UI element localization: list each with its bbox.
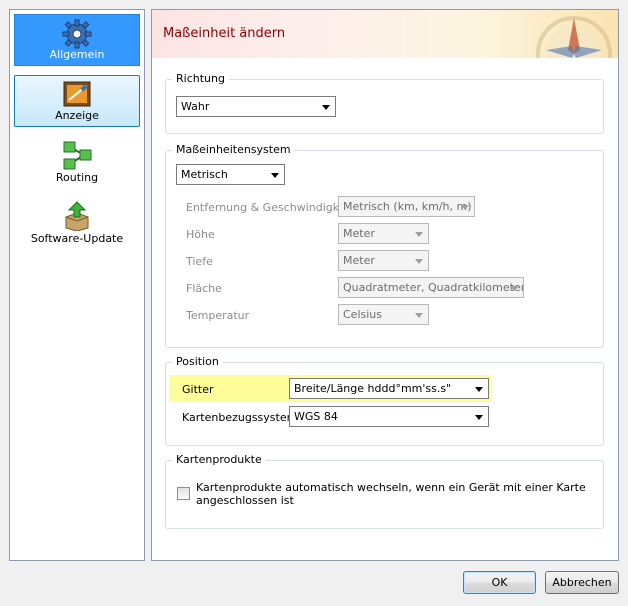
group-title: Richtung <box>172 72 229 85</box>
chevron-down-icon <box>415 232 423 237</box>
masseinheitensystem-group: Maßeinheitensystem Metrisch Entfernung &… <box>165 143 604 348</box>
settings-panel: Maßeinheit ändern Richtung Wahr Maßeinhe… <box>151 9 619 561</box>
dropdown-value: Metrisch (km, km/h, m) <box>343 200 472 213</box>
gitter-dropdown[interactable]: Breite/Länge hddd°mm'ss.s" <box>289 378 489 399</box>
richtung-group: Richtung Wahr <box>165 72 604 134</box>
dropdown-value: Wahr <box>181 100 210 113</box>
software-update-icon <box>65 201 89 231</box>
auto-switch-checkbox[interactable] <box>177 487 190 500</box>
checkbox-label-line2: angeschlossen ist <box>196 494 294 507</box>
chevron-down-icon <box>322 105 330 110</box>
label-temperatur: Temperatur <box>186 309 250 322</box>
system-dropdown[interactable]: Metrisch <box>176 164 285 185</box>
compass-icon <box>536 16 612 58</box>
panel-header: Maßeinheit ändern <box>152 10 618 58</box>
chevron-down-icon <box>475 415 483 420</box>
sidebar-item-allgemein[interactable]: Allgemein <box>14 14 140 66</box>
hoehe-dropdown[interactable]: Meter <box>338 223 429 244</box>
dropdown-value: Metrisch <box>181 168 228 181</box>
tiefe-dropdown[interactable]: Meter <box>338 250 429 271</box>
routing-icon <box>63 141 92 170</box>
position-group: Position Gitter Breite/Länge hddd°mm'ss.… <box>165 355 604 446</box>
chevron-down-icon <box>415 259 423 264</box>
richtung-dropdown[interactable]: Wahr <box>176 96 336 117</box>
kartenprodukte-group: Kartenprodukte Kartenprodukte automatisc… <box>165 453 604 529</box>
label-tiefe: Tiefe <box>186 255 213 268</box>
chevron-down-icon <box>415 313 423 318</box>
display-settings-icon <box>63 81 91 107</box>
group-title: Kartenprodukte <box>172 453 266 466</box>
cancel-button[interactable]: Abbrechen <box>545 571 619 594</box>
dropdown-value: Breite/Länge hddd°mm'ss.s" <box>294 382 452 395</box>
dropdown-value: Quadratmeter, Quadratkilometer <box>343 281 524 294</box>
dropdown-value: WGS 84 <box>294 410 338 423</box>
chevron-down-icon <box>271 173 279 178</box>
sidebar-item-label: Anzeige <box>55 109 99 122</box>
dropdown-value: Meter <box>343 254 375 267</box>
label-entfernung: Entfernung & Geschwindigkeit <box>186 201 353 214</box>
ok-button[interactable]: OK <box>463 571 536 594</box>
sidebar-item-anzeige[interactable]: Anzeige <box>14 75 140 127</box>
chevron-down-icon <box>510 286 518 291</box>
sidebar-item-software-update[interactable]: Software-Update <box>14 197 140 249</box>
sidebar-item-label: Allgemein <box>49 48 105 61</box>
auto-switch-label: Kartenprodukte automatisch wechseln, wen… <box>196 481 586 507</box>
sidebar-item-routing[interactable]: Routing <box>14 136 140 188</box>
flaeche-dropdown[interactable]: Quadratmeter, Quadratkilometer <box>338 277 524 298</box>
kartenbezugssystem-dropdown[interactable]: WGS 84 <box>289 406 489 427</box>
page-title: Maßeinheit ändern <box>163 26 286 41</box>
sidebar-item-label: Routing <box>55 171 99 184</box>
temperatur-dropdown[interactable]: Celsius <box>338 304 429 325</box>
chevron-down-icon <box>461 205 469 210</box>
sidebar: Allgemein Anzeige Routing Software-Updat… <box>9 9 145 561</box>
checkbox-label-line1: Kartenprodukte automatisch wechseln, wen… <box>196 481 586 494</box>
label-hoehe: Höhe <box>186 228 215 241</box>
gear-icon <box>62 19 92 49</box>
chevron-down-icon <box>475 387 483 392</box>
entfernung-dropdown[interactable]: Metrisch (km, km/h, m) <box>338 196 475 217</box>
label-kartenbezugssystem: Kartenbezugssystem <box>182 411 298 424</box>
label-flaeche: Fläche <box>186 282 222 295</box>
group-title: Maßeinheitensystem <box>172 143 295 156</box>
label-gitter: Gitter <box>182 383 214 396</box>
sidebar-item-label: Software-Update <box>30 232 124 245</box>
dropdown-value: Meter <box>343 227 375 240</box>
group-title: Position <box>172 355 223 368</box>
dropdown-value: Celsius <box>343 308 382 321</box>
